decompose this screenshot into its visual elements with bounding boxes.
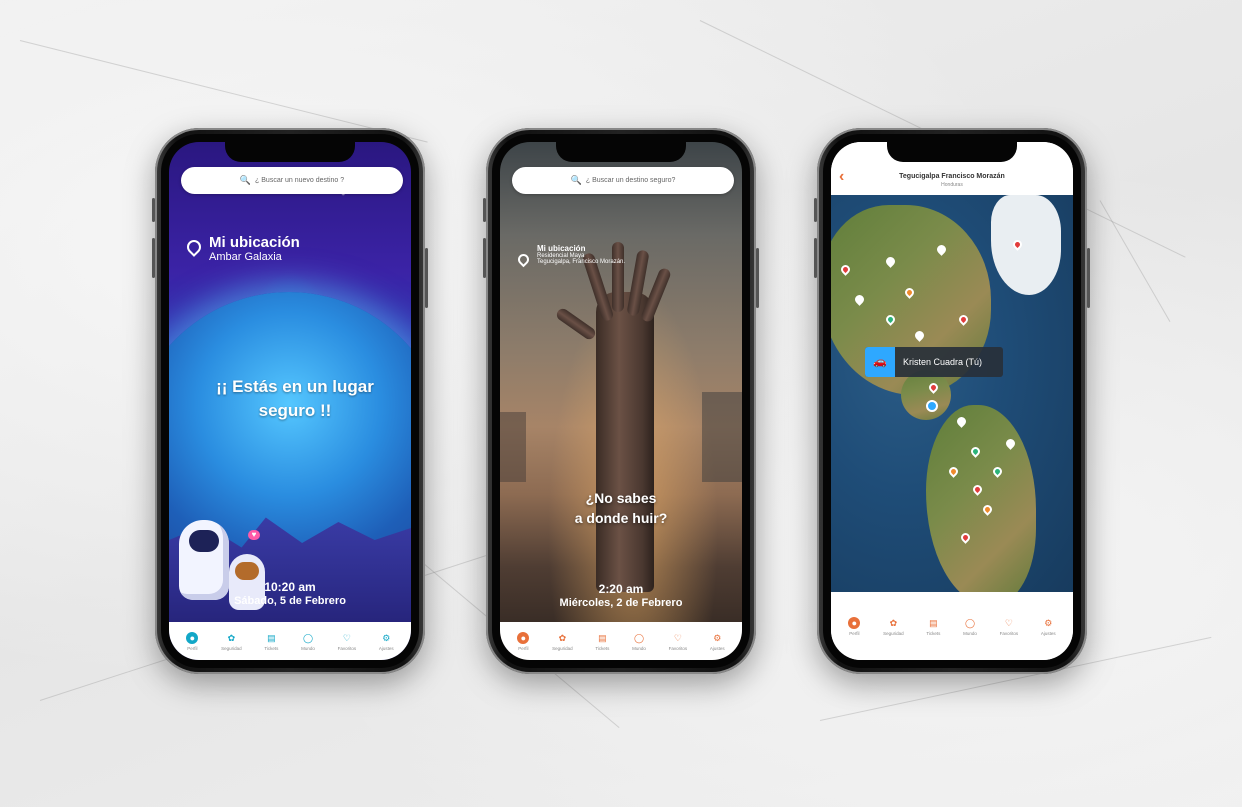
nav-perfil[interactable]: ● Perfil [517, 631, 530, 651]
nav-favoritos[interactable]: ♡ Favoritos [338, 632, 357, 651]
ruined-building-illustration [500, 412, 526, 482]
user-tooltip-label: Kristen Cuadra (Tú) [903, 357, 983, 367]
search-placeholder: ¿ Buscar un destino seguro? [585, 177, 676, 184]
user-tooltip[interactable]: 🚗 Kristen Cuadra (Tú) [865, 347, 1003, 377]
fingerprint-icon: ✿ [558, 632, 567, 643]
location-subtitle: Ambar Galaxia [209, 251, 282, 263]
globe-icon: ◯ [633, 632, 645, 643]
gear-icon: ⚙ [1044, 617, 1053, 628]
gear-icon: ⚙ [382, 632, 391, 643]
heart-icon: ♡ [1004, 617, 1013, 628]
search-bar[interactable]: 🔍 ¿ Buscar un destino seguro? [512, 167, 734, 194]
greenland [991, 195, 1061, 295]
nav-tickets[interactable]: ▤ Tickets [264, 632, 278, 651]
search-placeholder: ¿ Buscar un nuevo destino ? [255, 177, 345, 184]
clock-time: 2:20 am [598, 582, 644, 596]
location-title: Mi ubicación [209, 234, 300, 251]
zombie-hand-illustration [596, 292, 654, 592]
bottom-nav: ● Perfil ✿ Seguridad ▤ Tickets ◯ Mundo ♡ Favo… [500, 622, 742, 660]
nav-ajustes[interactable]: ⚙ Ajustes [710, 632, 725, 651]
nav-seguridad[interactable]: ✿ Seguridad [552, 632, 573, 651]
fingerprint-icon: ✿ [227, 632, 236, 643]
phone-notch [887, 142, 1017, 162]
map-title: Tegucigalpa Francisco Morazán [899, 173, 1005, 180]
safe-message: ¡¡ Estás en un lugar seguro !! [216, 377, 374, 420]
clock-date: Miércoles, 2 de Febrero [559, 597, 683, 609]
location-pin-icon [184, 237, 204, 257]
ticket-icon: ▤ [929, 617, 938, 628]
search-icon: 🔍 [239, 175, 252, 185]
location-title: Mi ubicación [537, 244, 586, 253]
gear-icon: ⚙ [713, 632, 722, 643]
phone-notch [556, 142, 686, 162]
galaxy-screen: 🔍 ¿ Buscar un nuevo destino ? Mi ubicaci… [169, 142, 411, 660]
ruined-building-illustration [702, 392, 742, 482]
clock-time: 10:20 am [264, 580, 316, 594]
world-map[interactable]: 🚗 Kristen Cuadra (Tú) [831, 195, 1073, 592]
car-icon: 🚗 [865, 347, 895, 377]
location-block: Mi ubicación Residencial Maya Tegucigalp… [515, 244, 626, 268]
nav-tickets[interactable]: ▤ Tickets [926, 617, 940, 636]
search-bar[interactable]: 🔍 ¿ Buscar un nuevo destino ? [181, 167, 403, 194]
bottom-nav: ● Perfil ✿ Seguridad ▤ Tickets ◯ Mundo ♡ Favo… [831, 592, 1073, 660]
location-line2: Tegucigalpa, Francisco Morazán. [537, 259, 626, 265]
nav-perfil[interactable]: ● Perfil [848, 616, 861, 636]
heart-icon: ♥ [248, 530, 260, 540]
heart-icon: ♡ [673, 632, 682, 643]
nav-ajustes[interactable]: ⚙ Ajustes [379, 632, 394, 651]
map-subtitle: Honduras [941, 182, 963, 188]
nav-seguridad[interactable]: ✿ Seguridad [221, 632, 242, 651]
nav-perfil[interactable]: ● Perfil [186, 631, 199, 651]
bottom-nav: ● Perfil ✿ Seguridad ▤ Tickets ◯ Mundo ♡ Favo… [169, 622, 411, 660]
zombie-thumb [554, 306, 598, 342]
clock-date: Sábado, 5 de Febrero [234, 595, 346, 607]
escape-message-line1: ¿No sabes [585, 490, 657, 506]
ticket-icon: ▤ [267, 632, 276, 643]
map-screen: ‹ Tegucigalpa Francisco Morazán Honduras [831, 142, 1073, 660]
nav-mundo[interactable]: ◯ Mundo [301, 632, 315, 651]
nav-favoritos[interactable]: ♡ Favoritos [1000, 617, 1019, 636]
nav-mundo[interactable]: ◯ Mundo [632, 632, 646, 651]
phone-mockup-galaxy: 🔍 ¿ Buscar un nuevo destino ? Mi ubicaci… [152, 128, 428, 674]
person-icon: ● [186, 631, 199, 644]
escape-message-line2: a donde huir? [574, 510, 668, 526]
nav-seguridad[interactable]: ✿ Seguridad [883, 617, 904, 636]
nav-favoritos[interactable]: ♡ Favoritos [669, 632, 688, 651]
zombie-screen: 🔍 ¿ Buscar un destino seguro? Mi ubicaci… [500, 142, 742, 660]
person-icon: ● [517, 631, 530, 644]
heart-icon: ♡ [342, 632, 351, 643]
nav-tickets[interactable]: ▤ Tickets [595, 632, 609, 651]
globe-icon: ◯ [964, 617, 976, 628]
phone-mockup-zombie: 🔍 ¿ Buscar un destino seguro? Mi ubicaci… [483, 128, 759, 674]
nav-ajustes[interactable]: ⚙ Ajustes [1041, 617, 1056, 636]
location-pin-icon [515, 251, 532, 268]
phone-notch [225, 142, 355, 162]
phone-mockup-map: ‹ Tegucigalpa Francisco Morazán Honduras [814, 128, 1090, 674]
search-icon: 🔍 [570, 175, 582, 185]
person-icon: ● [848, 616, 861, 629]
fingerprint-icon: ✿ [889, 617, 898, 628]
location-block: Mi ubicación Ambar Galaxia [184, 234, 300, 263]
globe-icon: ◯ [302, 632, 314, 643]
nav-mundo[interactable]: ◯ Mundo [963, 617, 977, 636]
ticket-icon: ▤ [598, 632, 607, 643]
current-location-dot[interactable] [926, 400, 938, 412]
south-america-land [926, 405, 1036, 592]
